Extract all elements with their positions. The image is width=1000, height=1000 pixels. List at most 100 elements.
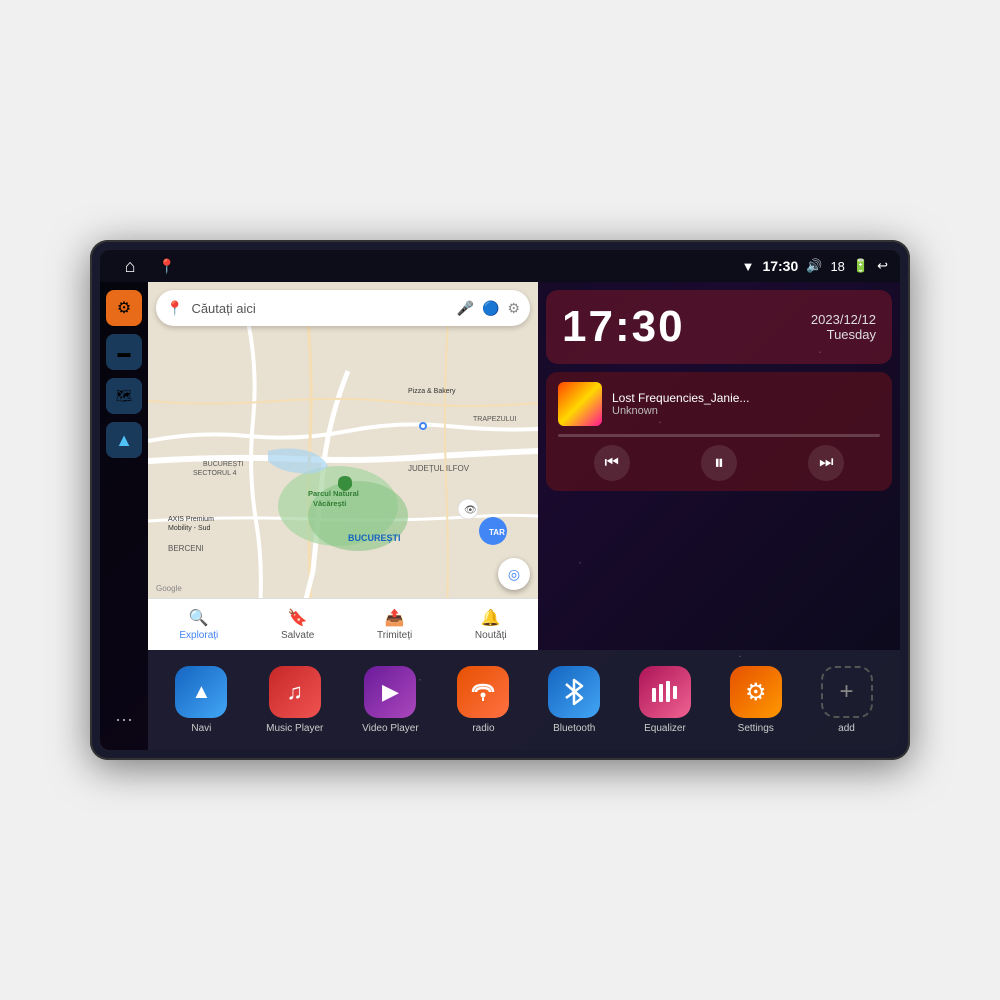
bluetooth-label: Bluetooth (553, 723, 595, 734)
clock-time-display: 17:30 (562, 302, 685, 352)
app-add[interactable]: + add (821, 666, 873, 734)
music-artist: Unknown (612, 405, 880, 417)
svg-text:Văcărești: Văcărești (313, 499, 346, 508)
music-controls: ⏮ ⏸ ⏭ (558, 445, 880, 481)
share-label: Trimiteți (377, 630, 412, 641)
music-widget: Lost Frequencies_Janie... Unknown ⏮ ⏸ ⏭ (546, 372, 892, 491)
clock-date: 2023/12/12 (811, 312, 876, 327)
map-mic-icon[interactable]: 🎤 (457, 300, 474, 317)
map-search-bar[interactable]: 📍 Căutați aici 🎤 🔵 ⚙ (156, 290, 530, 326)
add-label: add (838, 723, 855, 734)
music-title: Lost Frequencies_Janie... (612, 391, 880, 405)
map-settings-icon[interactable]: ⚙ (507, 300, 520, 317)
map-bottom-nav: 🔍 Explorați 🔖 Salvate 📤 Trimiteți (148, 598, 538, 650)
home-icon[interactable]: ⌂ (112, 250, 148, 284)
status-right-icons: ▼ 17:30 🔊 18 🔋 ↩ (742, 258, 888, 274)
svg-text:Google: Google (156, 584, 182, 593)
app-equalizer[interactable]: Equalizer (639, 666, 691, 734)
volume-icon: 🔊 (806, 258, 822, 274)
status-bar: ⌂ 📍 ▼ 17:30 🔊 18 🔋 ↩ (100, 250, 900, 282)
equalizer-label: Equalizer (644, 723, 686, 734)
news-icon: 🔔 (481, 608, 501, 628)
radio-label: radio (472, 723, 494, 734)
battery-level: 18 (830, 259, 844, 274)
svg-text:TRAPEZULUI: TRAPEZULUI (473, 416, 517, 423)
map-layers-icon[interactable]: 🔵 (482, 300, 499, 317)
map-gps-btn[interactable]: ◎ (498, 558, 530, 590)
clock-widget: 17:30 2023/12/12 Tuesday (546, 290, 892, 364)
share-icon: 📤 (385, 608, 405, 628)
top-row: 📍 Căutați aici 🎤 🔵 ⚙ (148, 282, 900, 650)
wifi-icon: ▼ (742, 259, 755, 274)
device-screen: ⌂ 📍 ▼ 17:30 🔊 18 🔋 ↩ ⚙ ▬ 🗺 ▲ ⋯ (100, 250, 900, 750)
music-pause-btn[interactable]: ⏸ (701, 445, 737, 481)
svg-text:Mobility - Sud: Mobility - Sud (168, 525, 211, 532)
explore-label: Explorați (179, 630, 218, 641)
bottom-apps-bar: ▲ Navi ♫ Music Player ▶ Video Player (148, 650, 900, 750)
settings-icon: ⚙ (730, 666, 782, 718)
settings-label: Settings (738, 723, 774, 734)
sidebar-settings-btn[interactable]: ⚙ (106, 290, 142, 326)
app-video-player[interactable]: ▶ Video Player (362, 666, 419, 734)
music-progress-bar[interactable] (558, 434, 880, 437)
video-player-label: Video Player (362, 723, 419, 734)
map-nav-share[interactable]: 📤 Trimiteți (377, 608, 412, 641)
saved-label: Salvate (281, 630, 314, 641)
add-icon: + (821, 666, 873, 718)
app-navi[interactable]: ▲ Navi (175, 666, 227, 734)
svg-text:👁: 👁 (464, 505, 477, 516)
bluetooth-icon (548, 666, 600, 718)
music-info: Lost Frequencies_Janie... Unknown (558, 382, 880, 426)
music-text: Lost Frequencies_Janie... Unknown (612, 391, 880, 417)
app-radio[interactable]: radio (457, 666, 509, 734)
svg-text:TAR: TAR (489, 528, 505, 537)
app-bluetooth[interactable]: Bluetooth (548, 666, 600, 734)
svg-text:BUCUREȘTI: BUCUREȘTI (348, 533, 401, 543)
map-nav-news[interactable]: 🔔 Noutăți (475, 608, 507, 641)
clock-day: Tuesday (811, 327, 876, 342)
sidebar-map-btn[interactable]: 🗺 (106, 378, 142, 414)
album-art (558, 382, 602, 426)
map-search-input[interactable]: Căutați aici (191, 301, 448, 316)
back-icon[interactable]: ↩ (877, 258, 888, 274)
radio-icon (457, 666, 509, 718)
center-content: 📍 Căutați aici 🎤 🔵 ⚙ (148, 282, 900, 750)
sidebar-apps-btn[interactable]: ⋯ (106, 706, 142, 742)
status-left-icons: ⌂ 📍 (112, 250, 175, 284)
app-music-player[interactable]: ♫ Music Player (266, 666, 323, 734)
battery-icon: 🔋 (853, 258, 869, 274)
navi-label: Navi (191, 723, 211, 734)
music-player-icon: ♫ (269, 666, 321, 718)
map-search-pin-icon: 📍 (166, 300, 183, 317)
sidebar-nav-btn[interactable]: ▲ (106, 422, 142, 458)
svg-text:AXIS Premium: AXIS Premium (168, 516, 214, 523)
news-label: Noutăți (475, 630, 507, 641)
music-prev-btn[interactable]: ⏮ (594, 445, 630, 481)
navi-icon: ▲ (175, 666, 227, 718)
svg-text:BUCUREȘTI: BUCUREȘTI (203, 461, 244, 468)
clock-date-display: 2023/12/12 Tuesday (811, 312, 876, 342)
map-panel[interactable]: 📍 Căutați aici 🎤 🔵 ⚙ (148, 282, 538, 650)
svg-text:Pizza & Bakery: Pizza & Bakery (408, 388, 456, 395)
map-nav-explore[interactable]: 🔍 Explorați (179, 608, 218, 641)
main-content: ⚙ ▬ 🗺 ▲ ⋯ 📍 Căutați aici 🎤 (100, 282, 900, 750)
svg-text:JUDEȚUL ILFOV: JUDEȚUL ILFOV (408, 464, 470, 473)
left-sidebar: ⚙ ▬ 🗺 ▲ ⋯ (100, 282, 148, 750)
map-pin-status-icon: 📍 (158, 258, 175, 275)
map-svg: AXIS Premium Mobility - Sud Pizza & Bake… (148, 282, 538, 650)
status-time: 17:30 (762, 258, 798, 274)
music-next-btn[interactable]: ⏭ (808, 445, 844, 481)
saved-icon: 🔖 (288, 608, 308, 628)
explore-icon: 🔍 (189, 608, 209, 628)
svg-text:BERCENI: BERCENI (168, 544, 204, 553)
app-settings[interactable]: ⚙ Settings (730, 666, 782, 734)
car-display-device: ⌂ 📍 ▼ 17:30 🔊 18 🔋 ↩ ⚙ ▬ 🗺 ▲ ⋯ (90, 240, 910, 760)
right-panel: 17:30 2023/12/12 Tuesday (538, 282, 900, 650)
video-player-icon: ▶ (364, 666, 416, 718)
music-player-label: Music Player (266, 723, 323, 734)
sidebar-tray-btn[interactable]: ▬ (106, 334, 142, 370)
album-art-inner (558, 382, 602, 426)
equalizer-icon (639, 666, 691, 718)
svg-text:SECTORUL 4: SECTORUL 4 (193, 470, 237, 477)
map-nav-saved[interactable]: 🔖 Salvate (281, 608, 314, 641)
